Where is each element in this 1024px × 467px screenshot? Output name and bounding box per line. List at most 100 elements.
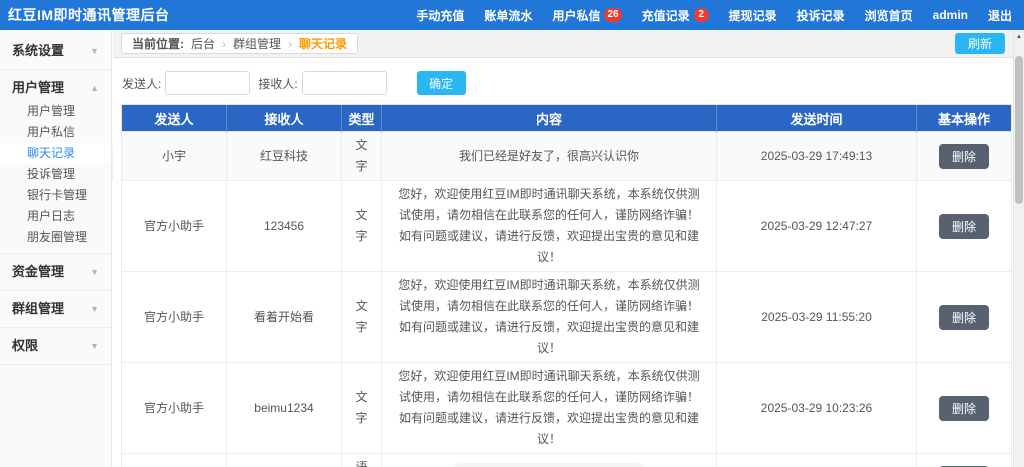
confirm-button[interactable]: 确定 [417, 71, 466, 95]
cell-actions: 删除 [917, 181, 1012, 272]
cell-content: ▶ 0:00 / 0:02 ⋮ [382, 454, 717, 467]
sidebar: 系统设置 ▼ 用户管理 ▲ 用户管理 用户私信 聊天记录 投诉管理 银行卡管理 … [0, 30, 112, 467]
topnav-item-manual-recharge[interactable]: 手动充值 [416, 7, 464, 24]
sidebar-section-funds-management[interactable]: 资金管理 ▼ [0, 259, 111, 285]
topnav-item-recharge-records[interactable]: 充值记录2 [642, 7, 709, 24]
cell-receiver: 鸡你太美 [227, 454, 342, 467]
sidebar-section-label: 群组管理 [12, 296, 64, 322]
topnav-item-complaint-records[interactable]: 投诉记录 [797, 7, 845, 24]
topnav-label: 退出 [988, 7, 1012, 24]
cell-content: 您好，欢迎使用红豆IM即时通讯聊天系统，本系统仅供测试使用，请勿相信在此联系您的… [382, 363, 717, 454]
vertical-scrollbar[interactable]: ▲ [1013, 30, 1024, 467]
sidebar-item-user-messages[interactable]: 用户私信 [0, 122, 111, 143]
header-actions: 基本操作 [917, 105, 1012, 132]
topnav-item-view-homepage[interactable]: 浏览首页 [865, 7, 913, 24]
sidebar-item-label: 朋友圈管理 [27, 230, 87, 244]
cell-sender: 小宇 [122, 132, 227, 181]
cell-time: 2025-03-29 11:55:20 [717, 272, 917, 363]
topnav-item-billing-flow[interactable]: 账单流水 [484, 7, 532, 24]
cell-actions: 删除 [917, 132, 1012, 181]
divider [0, 364, 111, 365]
filter-bar: 发送人: 接收人: 确定 [122, 71, 1013, 95]
table-row: 官方小助手 123456 文字 您好，欢迎使用红豆IM即时通讯聊天系统，本系统仅… [122, 181, 1012, 272]
cell-time: 2025-03-29 10:23:26 [717, 363, 917, 454]
cell-receiver: 看着开始看 [227, 272, 342, 363]
refresh-button[interactable]: 刷新 [955, 33, 1005, 54]
cell-time: 2025-03-29 05:00:52 [717, 454, 917, 467]
chevron-right-icon: › [288, 37, 292, 51]
topnav-item-withdraw-records[interactable]: 提现记录 [729, 7, 777, 24]
unread-count-badge: 26 [604, 8, 621, 22]
chevron-right-icon: › [222, 37, 226, 51]
sender-input[interactable] [165, 71, 250, 95]
breadcrumb-bar: 当前位置: 后台 › 群组管理 › 聊天记录 刷新 [113, 30, 1013, 58]
cell-sender: 官方小助手 [122, 181, 227, 272]
sidebar-item-bankcard-management[interactable]: 银行卡管理 [0, 185, 111, 206]
cell-actions: 删除 [917, 363, 1012, 454]
scrollbar-thumb[interactable] [1015, 56, 1023, 204]
sidebar-item-label: 聊天记录 [27, 146, 75, 160]
admin-page: 红豆IM即时通讯管理后台 手动充值 账单流水 用户私信 26 充值记录2 提现记录… [0, 0, 1024, 467]
cell-sender: 官方小助手 [122, 363, 227, 454]
topnav-label: 用户私信 [552, 7, 600, 24]
sidebar-item-moments-management[interactable]: 朋友圈管理 [0, 227, 111, 248]
cell-type: 文字 [342, 363, 382, 454]
scroll-up-icon[interactable]: ▲ [1014, 30, 1024, 43]
cell-receiver: 123456 [227, 181, 342, 272]
cell-type: 文字 [342, 132, 382, 181]
cell-time: 2025-03-29 17:49:13 [717, 132, 917, 181]
topnav-item-user-messages[interactable]: 用户私信 26 [552, 7, 621, 24]
cell-type: 语音 [342, 454, 382, 467]
app-title: 红豆IM即时通讯管理后台 [8, 5, 170, 25]
sidebar-item-chat-records[interactable]: 聊天记录 [0, 143, 111, 164]
sidebar-item-user-logs[interactable]: 用户日志 [0, 206, 111, 227]
sidebar-section-permissions[interactable]: 权限 ▼ [0, 333, 111, 359]
sidebar-section-label: 资金管理 [12, 259, 64, 285]
topnav-label: 账单流水 [484, 7, 532, 24]
chevron-down-icon: ▼ [90, 259, 99, 285]
delete-button[interactable]: 删除 [939, 396, 989, 421]
chevron-down-icon: ▼ [90, 38, 99, 64]
top-header-bar: 红豆IM即时通讯管理后台 手动充值 账单流水 用户私信 26 充值记录2 提现记录… [0, 0, 1024, 30]
sender-filter-label: 发送人: [122, 75, 161, 92]
delete-button[interactable]: 删除 [939, 305, 989, 330]
topnav-label: 手动充值 [416, 7, 464, 24]
cell-type: 文字 [342, 181, 382, 272]
divider [0, 253, 111, 254]
audio-player[interactable]: ▶ 0:00 / 0:02 ⋮ [448, 463, 650, 467]
sidebar-item-user-management[interactable]: 用户管理 [0, 101, 111, 122]
sidebar-item-complaint-management[interactable]: 投诉管理 [0, 164, 111, 185]
delete-button[interactable]: 删除 [939, 144, 989, 169]
chevron-up-icon: ▲ [90, 75, 99, 101]
header-content: 内容 [382, 105, 717, 132]
cell-sender: 小宇 [122, 454, 227, 467]
table-row: 小宇 鸡你太美 语音 ▶ 0:00 / 0:02 ⋮ [122, 454, 1012, 467]
header-receiver: 接收人 [227, 105, 342, 132]
breadcrumb-item-backend[interactable]: 后台 [191, 35, 215, 52]
topnav-item-admin-user[interactable]: admin [933, 8, 968, 22]
sidebar-section-user-management[interactable]: 用户管理 ▲ [0, 75, 111, 101]
receiver-input[interactable] [302, 71, 387, 95]
recharge-count-badge: 2 [694, 8, 709, 22]
topnav-label: 浏览首页 [865, 7, 913, 24]
cell-type: 文字 [342, 272, 382, 363]
cell-actions: 删除 [917, 272, 1012, 363]
table-row: 小宇 红豆科技 文字 我们已经是好友了，很高兴认识你 2025-03-29 17… [122, 132, 1012, 181]
chevron-down-icon: ▼ [90, 296, 99, 322]
breadcrumb-item-group-management[interactable]: 群组管理 [233, 35, 281, 52]
main-content: 发送人: 接收人: 确定 发送人 接收人 类型 内容 发送时间 基本操作 [113, 58, 1013, 467]
cell-receiver: beimu1234 [227, 363, 342, 454]
sidebar-section-label: 权限 [12, 333, 38, 359]
breadcrumb-item-chat-records: 聊天记录 [299, 35, 347, 52]
chat-records-table: 发送人 接收人 类型 内容 发送时间 基本操作 小宇 红豆科技 文字 我们已经是… [121, 104, 1012, 467]
sidebar-section-group-management[interactable]: 群组管理 ▼ [0, 296, 111, 322]
sidebar-section-system-settings[interactable]: 系统设置 ▼ [0, 38, 111, 64]
sidebar-item-label: 用户私信 [27, 125, 75, 139]
header-type: 类型 [342, 105, 382, 132]
delete-button[interactable]: 删除 [939, 214, 989, 239]
topnav-label: 投诉记录 [797, 7, 845, 24]
top-nav: 手动充值 账单流水 用户私信 26 充值记录2 提现记录 投诉记录 浏览首页 ad… [416, 7, 1012, 24]
topnav-item-logout[interactable]: 退出 [988, 7, 1012, 24]
table-row: 官方小助手 看着开始看 文字 您好，欢迎使用红豆IM即时通讯聊天系统，本系统仅供… [122, 272, 1012, 363]
table-header-row: 发送人 接收人 类型 内容 发送时间 基本操作 [122, 105, 1012, 132]
